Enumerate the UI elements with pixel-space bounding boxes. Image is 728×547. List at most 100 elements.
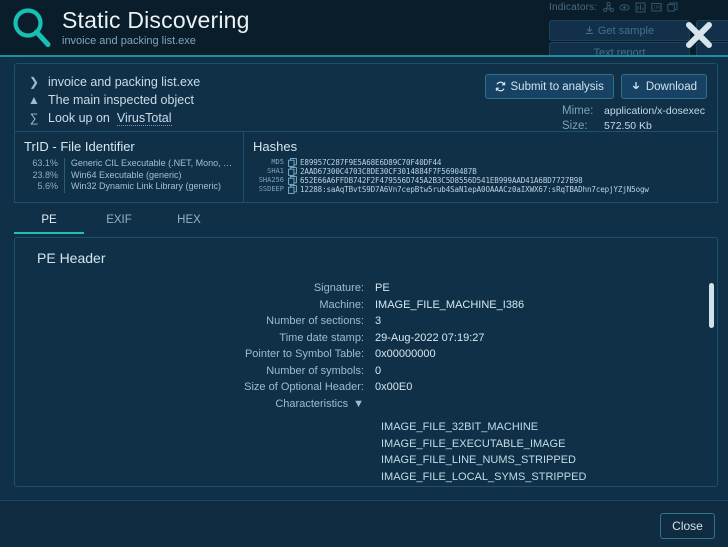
- copy-icon[interactable]: [288, 185, 297, 194]
- window-header: Static Discovering invoice and packing l…: [0, 0, 540, 55]
- get-sample-button[interactable]: Get sample: [549, 20, 690, 41]
- hash-key: SHA1: [253, 167, 288, 176]
- indicator-icon-group: JPG: [603, 2, 678, 13]
- field-value: PE: [375, 280, 390, 297]
- page-title: Static Discovering: [62, 8, 250, 33]
- trid-name: Win32 Dynamic Link Library (generic): [65, 181, 221, 193]
- trid-pct: 23.8%: [24, 170, 65, 182]
- download-arrow-icon: [631, 81, 641, 92]
- characteristics-toggle-row[interactable]: Characteristics ▼: [15, 396, 717, 413]
- hashes-title: Hashes: [253, 138, 709, 155]
- copy-icon[interactable]: [288, 158, 297, 167]
- field-key: Size of Optional Header:: [15, 379, 375, 396]
- mime-value: application/x-dosexec: [604, 104, 705, 119]
- download-button[interactable]: Download: [621, 74, 707, 99]
- close-icon[interactable]: [682, 18, 716, 52]
- virustotal-link[interactable]: VirusTotal: [117, 111, 172, 126]
- static-discovering-window: Indicators: JPG Get sample Text report: [0, 0, 728, 547]
- table-row: Number of symbols: 0: [15, 363, 717, 380]
- list-item: IMAGE_FILE_LINE_NUMS_STRIPPED: [15, 452, 717, 469]
- trid-name: Generic CIL Executable (.NET, Mono, e...: [65, 158, 235, 170]
- size-key: Size:: [562, 119, 598, 134]
- get-sample-label: Get sample: [598, 25, 654, 37]
- trid-row: 63.1% Generic CIL Executable (.NET, Mono…: [24, 158, 235, 170]
- field-key: Time date stamp:: [15, 330, 375, 347]
- trid-name: Win64 Executable (generic): [65, 170, 182, 182]
- hash-key: SHA256: [253, 176, 288, 185]
- hash-key: SSDEEP: [253, 185, 288, 194]
- file-meta: Mime: application/x-dosexec Size: 572.50…: [562, 104, 705, 134]
- field-key: Signature:: [15, 280, 375, 297]
- list-item: IMAGE_FILE_LOCAL_SYMS_STRIPPED: [15, 469, 717, 486]
- file-actions: Submit to analysis Download: [485, 74, 707, 99]
- trid-title: TrID - File Identifier: [24, 138, 235, 155]
- trid-pct: 5.6%: [24, 181, 65, 193]
- indicators-bar: Indicators: JPG: [549, 2, 678, 13]
- characteristics-label: Characteristics: [275, 396, 348, 413]
- pe-header-title: PE Header: [15, 238, 717, 266]
- mime-row: Mime: application/x-dosexec: [562, 104, 705, 119]
- trid-panel: TrID - File Identifier 63.1% Generic CIL…: [14, 131, 243, 203]
- size-row: Size: 572.50 Kb: [562, 119, 705, 134]
- field-value: IMAGE_FILE_MACHINE_I386: [375, 297, 524, 314]
- tab-bar: PE EXIF HEX: [14, 207, 728, 234]
- field-key: Number of sections:: [15, 313, 375, 330]
- hashes-panel: Hashes MD5 E89957C287F9E5A68E6D89C70F40D…: [243, 131, 718, 203]
- hash-value: 2AAD67300C4703C8DE30CF3014884F7F5690487B: [300, 167, 477, 176]
- eye-icon: [619, 2, 630, 13]
- file-info-panel: ❯ invoice and packing list.exe ▲ The mai…: [14, 63, 718, 131]
- download-label: Download: [646, 81, 697, 93]
- table-row: Size of Optional Header: 0x00E0: [15, 379, 717, 396]
- scrollbar-thumb[interactable]: [709, 283, 714, 328]
- indicators-label: Indicators:: [549, 2, 597, 13]
- field-value: 0x00000000: [375, 346, 436, 363]
- file-name-label: invoice and packing list.exe: [48, 75, 200, 89]
- field-value: 3: [375, 313, 381, 330]
- close-button[interactable]: Close: [660, 513, 715, 539]
- svg-text:JPG: JPG: [653, 5, 662, 11]
- info-panels: TrID - File Identifier 63.1% Generic CIL…: [14, 131, 718, 203]
- list-item: IMAGE_FILE_EXECUTABLE_IMAGE: [15, 436, 717, 453]
- main-object-label: The main inspected object: [48, 93, 194, 107]
- hash-row: SHA256 652E66A6FFDB742F2F479556D745A2B3C…: [253, 176, 709, 185]
- page-subtitle: invoice and packing list.exe: [62, 34, 250, 48]
- tab-hex[interactable]: HEX: [154, 214, 224, 234]
- image-icon: JPG: [651, 2, 662, 13]
- warning-icon: ▲: [27, 93, 41, 107]
- mime-key: Mime:: [562, 104, 598, 119]
- table-row: Pointer to Symbol Table: 0x00000000: [15, 346, 717, 363]
- copy-icon: [667, 2, 678, 13]
- hash-value: E89957C287F9E5A68E6D89C70F40DF44: [300, 158, 441, 167]
- field-value: 0x00E0: [375, 379, 412, 396]
- hash-value: 652E66A6FFDB742F2F479556D745A2B3C5D8556D…: [300, 176, 583, 185]
- content-scrollbar[interactable]: [709, 283, 714, 478]
- hash-key: MD5: [253, 158, 288, 167]
- network-icon: [635, 2, 646, 13]
- hash-row: SHA1 2AAD67300C4703C8DE30CF3014884F7F569…: [253, 167, 709, 176]
- tab-pe[interactable]: PE: [14, 214, 84, 234]
- pe-header-table: Signature: PE Machine: IMAGE_FILE_MACHIN…: [15, 280, 717, 412]
- virustotal-prefix: Look up on: [48, 111, 110, 125]
- download-icon: [585, 26, 594, 35]
- hash-row: SSDEEP 12288:saAqTBvtS9D7A6Vn7cepBtw5rub…: [253, 185, 709, 194]
- biohazard-icon: [603, 2, 614, 13]
- submit-to-analysis-label: Submit to analysis: [511, 81, 604, 93]
- field-key: Machine:: [15, 297, 375, 314]
- pe-header-card: PE Header Signature: PE Machine: IMAGE_F…: [14, 237, 718, 487]
- characteristics-toggle[interactable]: Characteristics ▼: [15, 396, 375, 413]
- modal-footer: Close: [0, 500, 728, 547]
- table-row: Machine: IMAGE_FILE_MACHINE_I386: [15, 297, 717, 314]
- table-row: Signature: PE: [15, 280, 717, 297]
- hash-row: MD5 E89957C287F9E5A68E6D89C70F40DF44: [253, 158, 709, 167]
- chevron-right-icon: ❯: [27, 75, 41, 89]
- magnifier-icon: [10, 6, 54, 50]
- copy-icon[interactable]: [288, 176, 297, 185]
- table-row: Time date stamp: 29-Aug-2022 07:19:27: [15, 330, 717, 347]
- field-key: Number of symbols:: [15, 363, 375, 380]
- copy-icon[interactable]: [288, 167, 297, 176]
- field-key: Pointer to Symbol Table:: [15, 346, 375, 363]
- tab-exif[interactable]: EXIF: [84, 214, 154, 234]
- submit-to-analysis-button[interactable]: Submit to analysis: [485, 74, 614, 99]
- table-row: Number of sections: 3: [15, 313, 717, 330]
- trid-pct: 63.1%: [24, 158, 65, 170]
